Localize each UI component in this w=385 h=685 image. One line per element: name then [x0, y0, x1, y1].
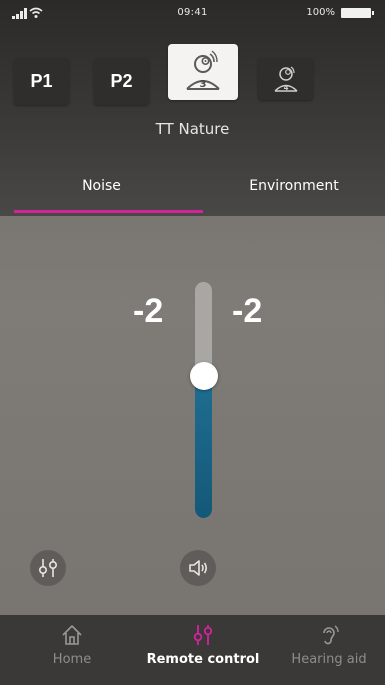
program-button-p1[interactable]: P1: [14, 58, 69, 105]
equalizer-icon: [38, 559, 58, 577]
battery-icon: [341, 8, 374, 18]
equalizer-button[interactable]: [30, 550, 66, 586]
noise-slider-fill: [195, 376, 212, 518]
svg-text:4: 4: [283, 84, 288, 92]
remote-control-screen: 09:41 100% P1 P2 3 4 TT Nature Noise Env…: [0, 0, 385, 685]
header: 09:41 100% P1 P2 3 4 TT Nature Noise Env…: [0, 0, 385, 216]
program-label: P1: [30, 71, 53, 91]
program-button-3[interactable]: 3: [168, 44, 238, 100]
hearing-aid-icon: [323, 625, 339, 645]
nav-hearing-aid[interactable]: Hearing aid: [273, 623, 385, 683]
tab-bar: Noise Environment: [0, 168, 385, 216]
battery-percent: 100%: [306, 7, 335, 18]
tab-noise[interactable]: Noise: [0, 178, 203, 208]
nav-label-home: Home: [52, 652, 92, 667]
remote-control-icon: [193, 625, 213, 645]
noise-slider-handle[interactable]: [190, 362, 218, 390]
program-name: TT Nature: [155, 120, 230, 138]
left-ear-value: -2: [133, 292, 164, 330]
nav-label-remote-control: Remote control: [146, 652, 260, 667]
status-bar: 09:41 100%: [0, 0, 385, 26]
home-icon: [62, 625, 82, 645]
tab-environment[interactable]: Environment: [203, 178, 385, 208]
noise-slider-track[interactable]: [195, 282, 212, 518]
speaker-icon: [189, 560, 208, 576]
volume-button[interactable]: [180, 550, 216, 586]
bottom-navigation: Home Remote control Hearing aid: [0, 615, 385, 685]
right-ear-value: -2: [232, 292, 263, 330]
person-hearing-icon: 4: [273, 66, 298, 92]
nav-home[interactable]: Home: [11, 623, 133, 683]
person-hearing-icon: 3: [186, 50, 220, 90]
program-number: 3: [200, 79, 207, 90]
program-button-4[interactable]: 4: [258, 58, 313, 100]
nav-label-hearing-aid: Hearing aid: [291, 652, 367, 667]
active-tab-indicator: [14, 210, 203, 213]
program-label: P2: [110, 71, 133, 91]
program-button-p2[interactable]: P2: [94, 58, 149, 105]
nav-remote-control[interactable]: Remote control: [133, 623, 273, 683]
